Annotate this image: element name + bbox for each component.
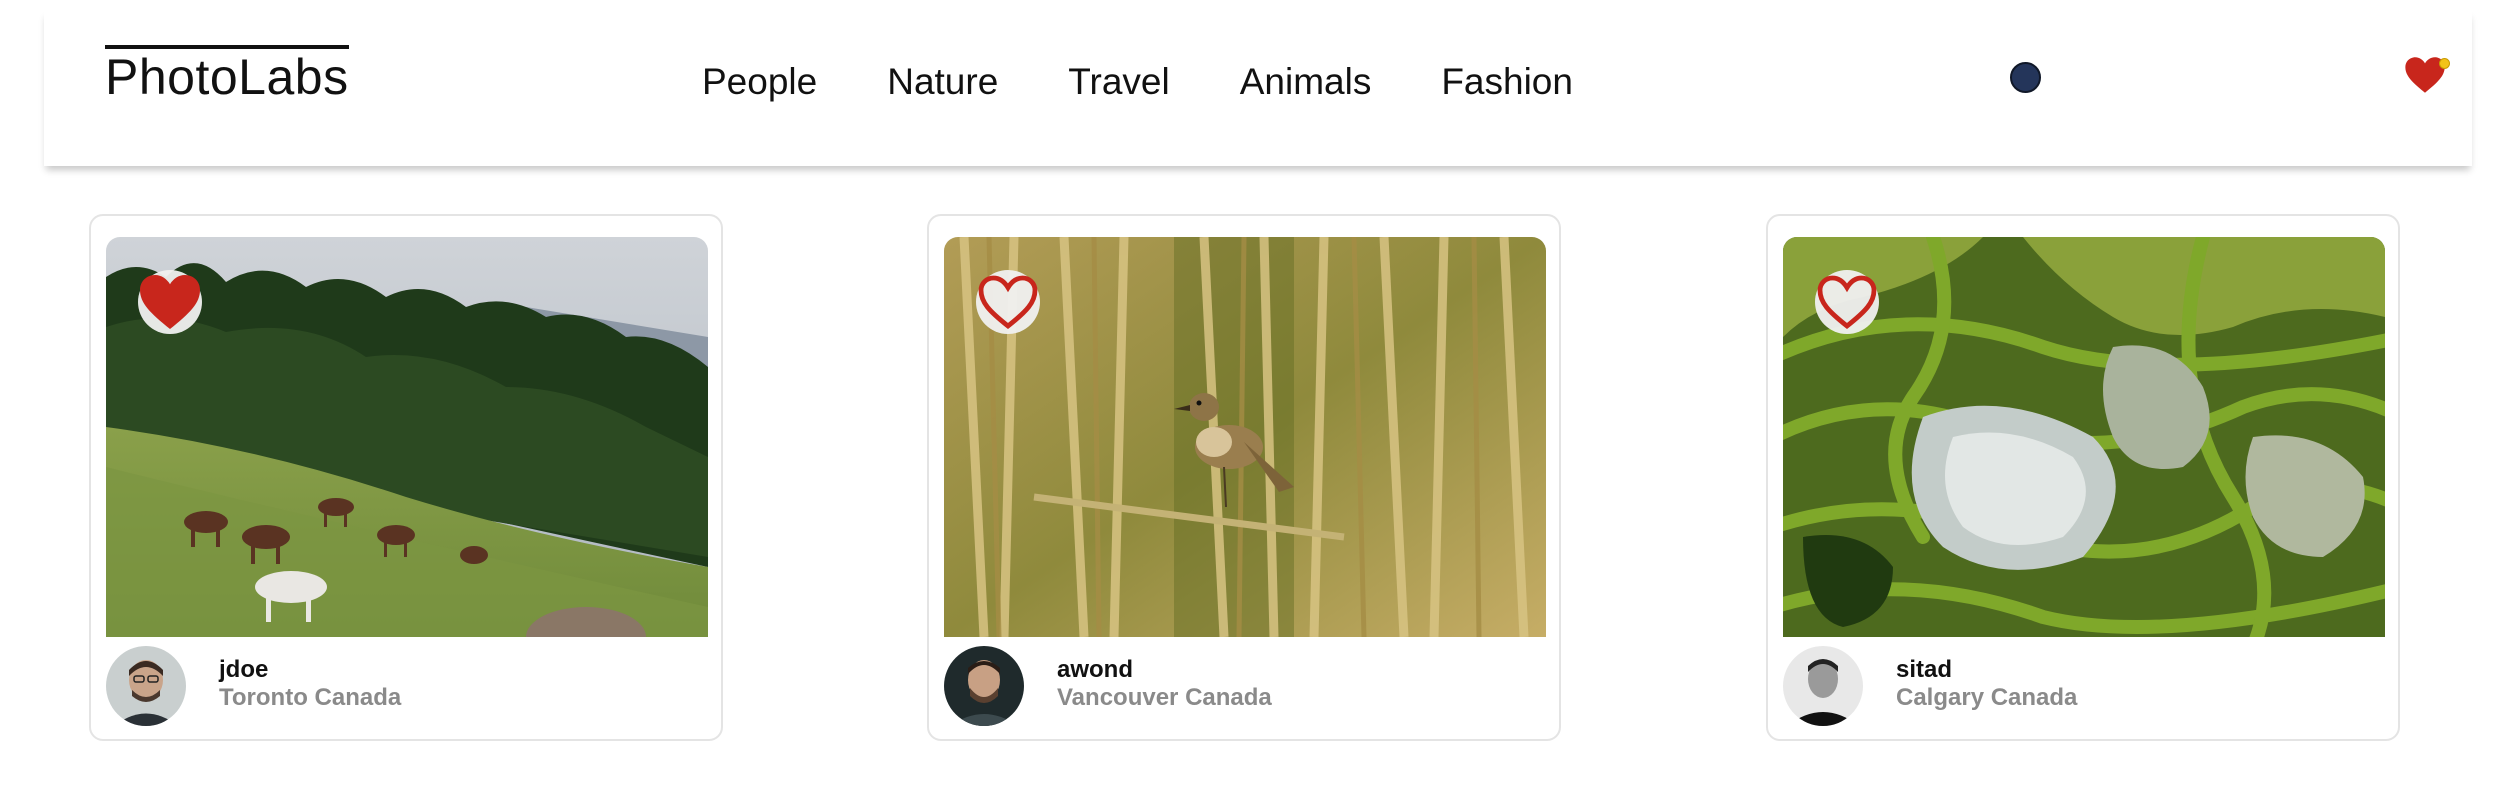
- topic-fashion[interactable]: Fashion: [1441, 60, 1573, 104]
- circle-dot-icon: [2010, 62, 2041, 93]
- like-button[interactable]: [1815, 270, 1879, 334]
- topic-people[interactable]: People: [702, 60, 817, 104]
- photo-image-rice-terraces[interactable]: [1783, 237, 2385, 637]
- photo-location: Vancouver Canada: [1057, 684, 1272, 711]
- like-button[interactable]: [138, 270, 202, 334]
- heart-outline-icon: [1817, 275, 1877, 330]
- avatar: [106, 646, 186, 726]
- photo-location: Calgary Canada: [1896, 684, 2078, 711]
- brand-logo[interactable]: PhotoLabs: [105, 45, 349, 103]
- photolabs-page: PhotoLabs People Nature Travel Animals F…: [0, 0, 2516, 810]
- photo-username: awond: [1057, 656, 1133, 683]
- like-button[interactable]: [976, 270, 1040, 334]
- notification-dot-icon: [2439, 58, 2450, 69]
- top-navigation-bar: PhotoLabs People Nature Travel Animals F…: [44, 10, 2472, 166]
- photo-username: jdoe: [219, 656, 269, 683]
- photo-username: sitad: [1896, 656, 1953, 683]
- topic-nature[interactable]: Nature: [887, 60, 998, 104]
- avatar: [1783, 646, 1863, 726]
- photo-location: Toronto Canada: [219, 684, 402, 711]
- photo-list-item[interactable]: sitad Calgary Canada: [1766, 214, 2400, 741]
- avatar: [944, 646, 1024, 726]
- photo-image-bird[interactable]: [944, 237, 1546, 637]
- topic-list: People Nature Travel Animals Fashion: [702, 60, 1573, 104]
- photo-list-item[interactable]: jdoe Toronto Canada: [89, 214, 723, 741]
- photo-list-item[interactable]: awond Vancouver Canada: [927, 214, 1561, 741]
- heart-filled-icon: [140, 275, 200, 329]
- heart-outline-icon: [978, 275, 1038, 330]
- topic-animals[interactable]: Animals: [1240, 60, 1372, 104]
- favorites-badge[interactable]: [2404, 56, 2450, 96]
- topic-travel[interactable]: Travel: [1068, 60, 1169, 104]
- photo-image-horses[interactable]: [106, 237, 708, 637]
